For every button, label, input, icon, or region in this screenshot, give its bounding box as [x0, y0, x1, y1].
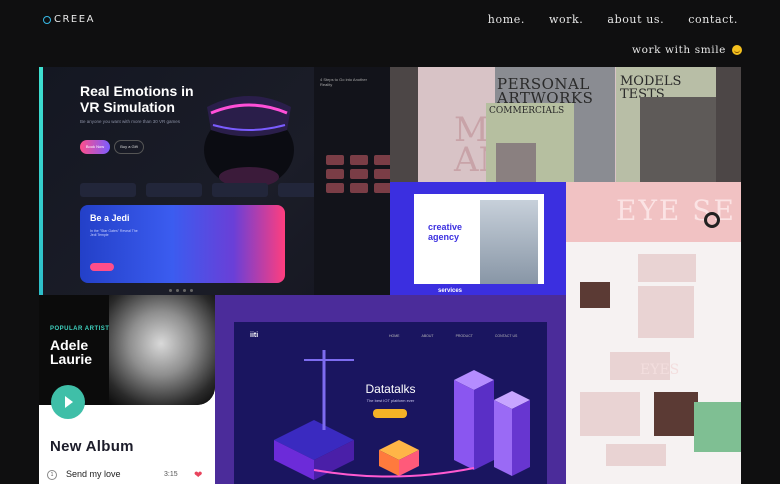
project-tile-beauty[interactable]: EYE SE EYES — [566, 182, 741, 484]
vr-thumb — [374, 183, 390, 193]
beauty-block — [580, 282, 610, 308]
datatalks-subtitle: The best IOT platform ever — [366, 398, 415, 403]
jedi-title: Be a Jedi — [90, 213, 130, 223]
nav-contact[interactable]: contact. — [688, 13, 738, 26]
project-tile-agency[interactable]: creative agency services — [390, 182, 566, 295]
agency-title: creative agency — [428, 222, 463, 242]
vr-thumb — [350, 183, 368, 193]
heart-icon[interactable]: ❤ — [194, 470, 202, 481]
nav-about[interactable]: about us. — [607, 13, 664, 26]
datatalks-nav-item[interactable]: ABOUT — [422, 334, 434, 338]
datatalks-nav-item[interactable]: CONTACT US — [495, 334, 517, 338]
vr-stat — [80, 183, 136, 197]
vr-thumb — [350, 169, 368, 179]
vr-thumb — [350, 155, 368, 165]
beauty-lower-word: EYES — [640, 362, 680, 378]
vr-pager-dots — [169, 289, 193, 292]
vr-thumbs — [326, 155, 390, 193]
artist-photo — [109, 295, 215, 405]
track-title: Send my love — [66, 469, 121, 479]
models-tests-panel: MODELS TESTS — [616, 67, 716, 182]
vr-thumb — [326, 155, 344, 165]
beauty-block — [580, 392, 640, 436]
popular-artist-label: POPULAR ARTIST — [50, 326, 110, 332]
project-tile-datatalks[interactable]: iiti HOME ABOUT PRODUCT CONTACT US Datat… — [215, 295, 566, 484]
nav-work[interactable]: work. — [549, 13, 583, 26]
vr-headline: Real Emotions in VR Simulation — [80, 83, 194, 115]
vr-book-button[interactable]: Book Now — [80, 140, 110, 154]
vr-thumb — [374, 169, 390, 179]
vr-stats-row — [80, 183, 334, 197]
project-tile-models[interactable]: MA AN PERSONAL ARTWORKS COMMERCIALS MODE… — [390, 67, 741, 182]
jedi-text: In the "Star Gates" Reveal The Jedi Temp… — [90, 229, 138, 237]
agency-services-label: services — [438, 288, 463, 294]
project-tile-vr[interactable]: Real Emotions in VR Simulation Be anyone… — [39, 67, 390, 295]
brand-logo[interactable]: CREEA — [43, 14, 95, 25]
beauty-block — [638, 286, 694, 338]
vr-stat — [212, 183, 268, 197]
tagline-text: work with smile — [632, 44, 726, 56]
vr-side-title: 4 Steps to Go into Another Reality — [320, 77, 367, 87]
smile-emoji-icon — [732, 45, 742, 55]
agency-card: creative agency — [414, 194, 544, 284]
jedi-book-button[interactable] — [90, 263, 114, 271]
beauty-block — [638, 254, 696, 282]
portrait-image — [640, 97, 716, 182]
datatalks-nav-item[interactable]: HOME — [389, 334, 400, 338]
datatalks-cta-button[interactable] — [373, 409, 407, 418]
vr-subtitle: Be anyone you want with more than 30 VR … — [80, 119, 181, 124]
commercials-label: COMMERCIALS — [489, 106, 565, 116]
datatalks-nav: HOME ABOUT PRODUCT CONTACT US — [389, 334, 517, 338]
beauty-hero: EYE SE — [566, 182, 741, 242]
models-commercials-panel: COMMERCIALS — [486, 103, 574, 182]
track-number: 1 — [47, 470, 57, 480]
track-row[interactable]: 1 Send my love 3:15 ❤ — [47, 469, 207, 484]
datatalks-nav-item[interactable]: PRODUCT — [456, 334, 473, 338]
project-tile-music[interactable]: POPULAR ARTIST Adele Laurie New Album 1 … — [39, 295, 215, 484]
vr-thumb — [326, 169, 344, 179]
tagline: work with smile — [632, 44, 742, 56]
vr-thumb — [374, 155, 390, 165]
beauty-block — [694, 402, 741, 452]
vr-gift-button[interactable]: Buy a Gift — [114, 140, 144, 154]
agency-photo — [480, 200, 538, 284]
datatalks-title: Datatalks — [365, 382, 416, 396]
logo-text: CREEA — [54, 14, 95, 25]
beauty-block — [606, 444, 666, 466]
vr-side-panel: 4 Steps to Go into Another Reality — [314, 67, 390, 295]
accent-bar — [39, 67, 43, 295]
vr-headset-illustration — [204, 96, 294, 185]
vr-stat — [146, 183, 202, 197]
vr-jedi-card[interactable]: Be a Jedi In the "Star Gates" Reveal The… — [80, 205, 285, 283]
portfolio-grid: Real Emotions in VR Simulation Be anyone… — [39, 67, 741, 484]
nav-home[interactable]: home. — [488, 13, 525, 26]
play-icon[interactable] — [51, 385, 85, 419]
portrait-image — [496, 143, 536, 182]
track-time: 3:15 — [164, 471, 178, 478]
main-nav: home. work. about us. contact. — [488, 13, 738, 26]
beauty-block — [654, 392, 698, 436]
ring-icon — [704, 212, 720, 228]
artist-name: Adele Laurie — [50, 337, 93, 367]
personal-artworks-label: PERSONAL ARTWORKS — [497, 75, 594, 107]
datatalks-logo: iiti — [250, 332, 259, 339]
logo-ring-icon — [43, 15, 51, 24]
vr-thumb — [326, 183, 344, 193]
datatalks-site: iiti HOME ABOUT PRODUCT CONTACT US Datat… — [234, 322, 547, 484]
album-heading: New Album — [50, 438, 134, 455]
